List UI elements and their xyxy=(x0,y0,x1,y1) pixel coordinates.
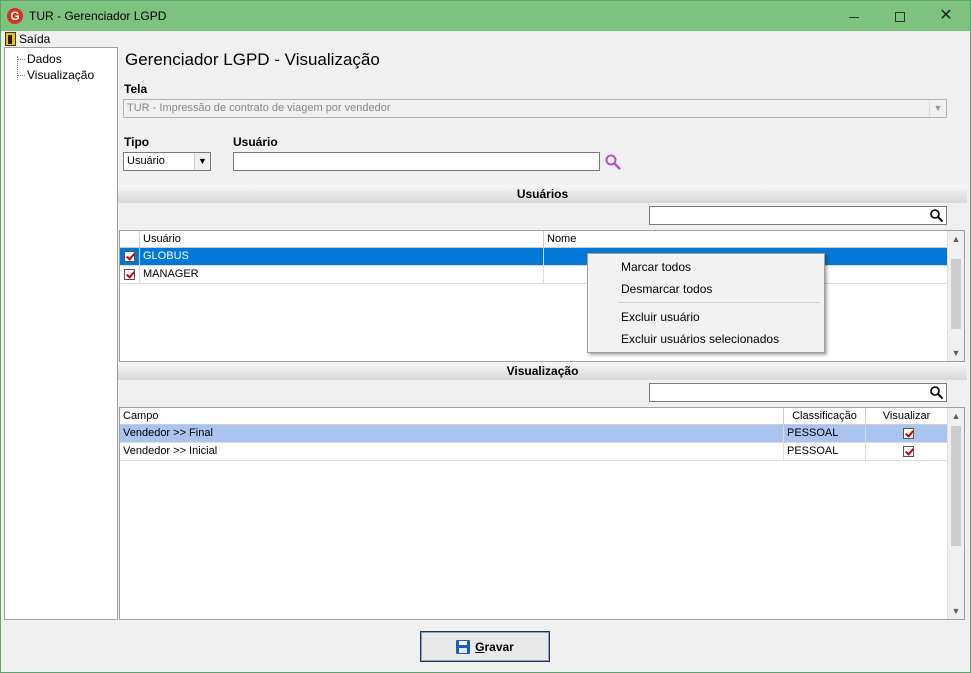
page-title: Gerenciador LGPD - Visualização xyxy=(125,50,380,69)
menu-exit[interactable]: Saída xyxy=(5,31,50,47)
app-logo-icon: G xyxy=(7,8,23,24)
scroll-up-icon[interactable]: ▲ xyxy=(948,231,964,247)
column-header-campo[interactable]: Campo xyxy=(120,408,784,425)
exit-door-icon xyxy=(5,32,16,46)
search-icon[interactable] xyxy=(929,208,944,223)
navigation-tree: Dados Visualização xyxy=(4,47,118,620)
scroll-down-icon[interactable]: ▼ xyxy=(948,345,964,361)
column-header-visualizar[interactable]: Visualizar xyxy=(866,408,948,425)
scroll-thumb[interactable] xyxy=(951,259,961,329)
tipo-label: Tipo xyxy=(124,135,150,149)
scroll-down-icon[interactable]: ▼ xyxy=(948,603,964,619)
search-icon[interactable] xyxy=(929,385,944,400)
visualizacao-filter-input[interactable] xyxy=(649,383,947,402)
scroll-thumb[interactable] xyxy=(951,426,961,546)
usuario-cell: GLOBUS xyxy=(140,248,544,266)
column-header-nome[interactable]: Nome xyxy=(544,231,948,248)
window-title: TUR - Gerenciador LGPD xyxy=(29,9,167,23)
menu-bar: Saída xyxy=(1,31,970,47)
chevron-down-icon[interactable]: ▼ xyxy=(194,153,210,170)
usuarios-filter-input[interactable] xyxy=(649,206,947,225)
tela-select[interactable]: TUR - Impressão de contrato de viagem po… xyxy=(123,99,947,118)
maximize-icon xyxy=(895,12,905,23)
column-header-classificacao[interactable]: Classificação xyxy=(784,408,866,425)
table-row[interactable]: Vendedor >> Inicial PESSOAL xyxy=(120,443,948,461)
app-window: G TUR - Gerenciador LGPD ✕ Saída Dados V… xyxy=(0,0,971,673)
minimize-icon xyxy=(849,16,859,18)
menu-item-excluir-selecionados[interactable]: Excluir usuários selecionados xyxy=(621,332,779,346)
title-bar[interactable]: G TUR - Gerenciador LGPD ✕ xyxy=(1,1,970,31)
classificacao-cell: PESSOAL xyxy=(784,425,866,443)
tipo-select[interactable]: Usuário ▼ xyxy=(123,152,211,171)
close-button[interactable]: ✕ xyxy=(923,1,969,31)
classificacao-cell: PESSOAL xyxy=(784,443,866,461)
close-icon: ✕ xyxy=(939,7,953,24)
minimize-button[interactable] xyxy=(831,1,877,31)
search-icon[interactable] xyxy=(604,153,622,171)
visualizacao-scrollbar[interactable]: ▲ ▼ xyxy=(947,408,964,619)
menu-exit-label: Saída xyxy=(19,32,51,46)
save-button[interactable]: Gravar xyxy=(420,631,550,662)
context-menu: Marcar todos Desmarcar todos Excluir usu… xyxy=(587,253,825,353)
visualizacao-section-header: Visualização xyxy=(118,362,967,380)
campo-cell: Vendedor >> Final xyxy=(120,425,784,443)
menu-item-marcar-todos[interactable]: Marcar todos xyxy=(621,260,691,274)
usuarios-scrollbar[interactable]: ▲ ▼ xyxy=(947,231,964,361)
scroll-up-icon[interactable]: ▲ xyxy=(948,408,964,424)
usuarios-grid: Usuário Nome GLOBUS MANAGER ▲ ▼ xyxy=(119,230,965,362)
tree-item-dados[interactable]: Dados xyxy=(15,52,62,67)
maximize-button[interactable] xyxy=(877,1,923,31)
usuario-cell: MANAGER xyxy=(140,266,544,284)
menu-item-excluir-usuario[interactable]: Excluir usuário xyxy=(621,310,700,324)
floppy-disk-icon xyxy=(456,639,471,654)
visualizar-checkbox[interactable] xyxy=(866,443,948,461)
row-checkbox[interactable] xyxy=(120,266,140,284)
tree-item-visualizacao[interactable]: Visualização xyxy=(15,68,94,83)
tela-select-value: TUR - Impressão de contrato de viagem po… xyxy=(127,102,391,114)
tipo-select-value: Usuário xyxy=(127,155,165,167)
usuarios-section-header: Usuários xyxy=(118,185,967,203)
menu-separator xyxy=(618,302,820,303)
column-header-usuario[interactable]: Usuário xyxy=(140,231,544,248)
visualizar-checkbox[interactable] xyxy=(866,425,948,443)
tela-label: Tela xyxy=(124,82,148,96)
usuario-label: Usuário xyxy=(233,135,278,149)
menu-item-desmarcar-todos[interactable]: Desmarcar todos xyxy=(621,282,712,296)
row-checkbox[interactable] xyxy=(120,248,140,266)
visualizacao-grid: Campo Classificação Visualizar Vendedor … xyxy=(119,407,965,620)
checkbox-column-header[interactable] xyxy=(120,231,140,248)
table-row[interactable]: Vendedor >> Final PESSOAL xyxy=(120,425,948,443)
usuario-input[interactable] xyxy=(233,152,600,171)
campo-cell: Vendedor >> Inicial xyxy=(120,443,784,461)
save-button-label: Gravar xyxy=(475,639,514,654)
chevron-down-icon[interactable]: ▼ xyxy=(929,100,946,117)
